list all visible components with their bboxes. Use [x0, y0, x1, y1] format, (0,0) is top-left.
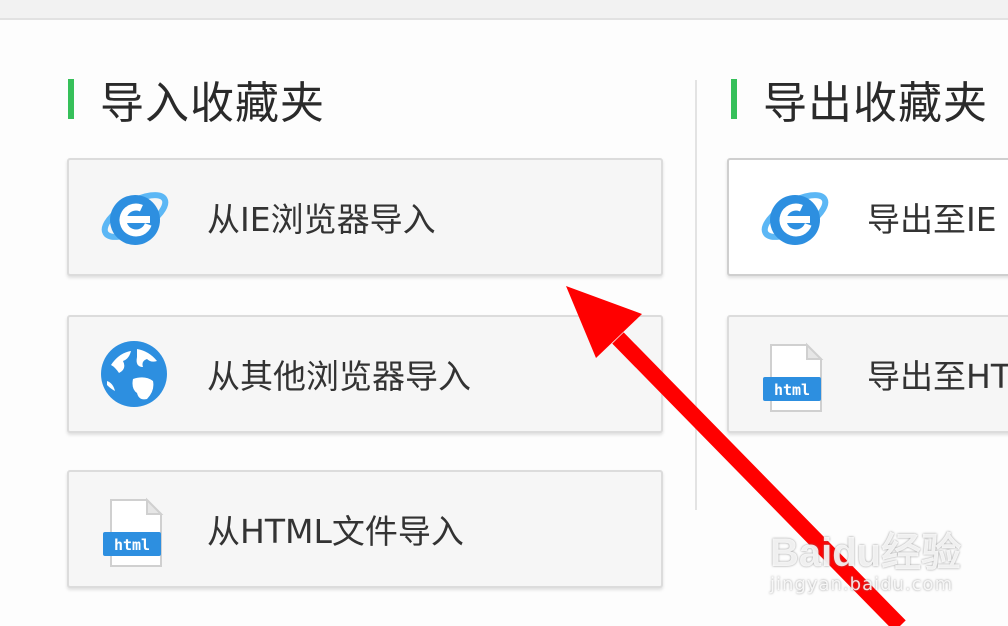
export-to-ie-button[interactable]: 导出至IE [727, 158, 1008, 276]
globe-icon [101, 341, 167, 407]
title-accent-bar [68, 79, 74, 119]
watermark-brand: Baidu经验 [770, 531, 962, 575]
export-to-html-label: 导出至HT [867, 357, 1008, 396]
title-accent-bar [731, 79, 737, 119]
export-title-text: 导出收藏夹 [763, 78, 988, 129]
top-toolbar [0, 0, 1008, 20]
ie-icon [761, 192, 829, 245]
ie-icon [101, 192, 169, 245]
import-from-other-browser-label: 从其他浏览器导入 [207, 357, 471, 396]
baidu-watermark: Baidu经验 jingyan.baidu.com [770, 520, 961, 595]
import-section-title: 导入收藏夹 [68, 70, 325, 129]
export-to-html-button[interactable]: html 导出至HT [727, 315, 1008, 433]
import-from-ie-label: 从IE浏览器导入 [207, 200, 436, 239]
html-file-icon: html [763, 342, 824, 412]
svg-text:html: html [774, 381, 810, 399]
section-divider [695, 80, 697, 510]
svg-text:html: html [114, 536, 150, 554]
import-from-html-label: 从HTML文件导入 [207, 512, 464, 551]
html-file-icon: html [103, 497, 164, 567]
import-from-ie-button[interactable]: 从IE浏览器导入 [67, 158, 663, 276]
watermark-url: jingyan.baidu.com [770, 574, 954, 595]
import-from-html-button[interactable]: html 从HTML文件导入 [67, 470, 663, 588]
import-from-other-browser-button[interactable]: 从其他浏览器导入 [67, 315, 663, 433]
import-title-text: 导入收藏夹 [100, 78, 325, 129]
export-to-ie-label: 导出至IE [867, 200, 997, 239]
export-section-title: 导出收藏夹 [731, 70, 988, 129]
